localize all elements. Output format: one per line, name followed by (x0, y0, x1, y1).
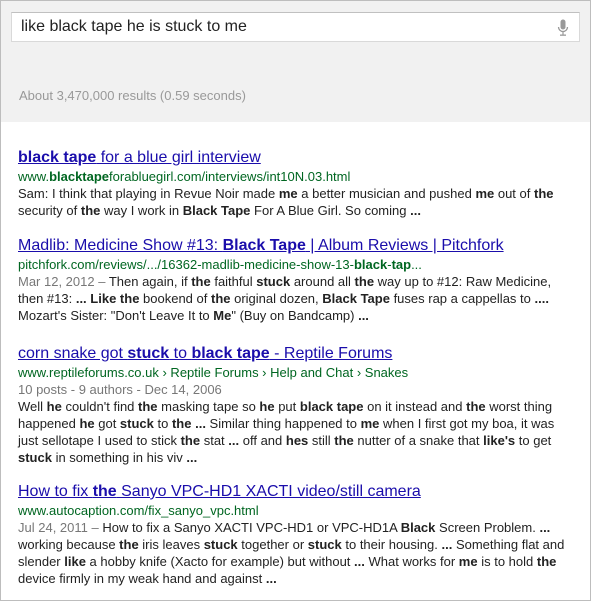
result-snippet: Jul 24, 2011 – How to fix a Sanyo XACTI … (18, 520, 565, 586)
search-result: How to fix the Sanyo VPC-HD1 XACTI video… (18, 482, 578, 587)
search-box[interactable] (11, 12, 580, 42)
result-url: www.autocaption.com/fix_sanyo_vpc.html (18, 503, 259, 518)
result-title-link[interactable]: Madlib: Medicine Show #13: Black Tape | … (18, 236, 578, 256)
result-meta: 10 posts - 9 authors - Dec 14, 2006 (18, 382, 222, 397)
result-snippet: Well he couldn't find the masking tape s… (18, 399, 555, 465)
search-result: black tape for a blue girl interview www… (18, 148, 578, 219)
result-title-link[interactable]: How to fix the Sanyo VPC-HD1 XACTI video… (18, 482, 578, 502)
search-input[interactable] (12, 13, 542, 41)
result-url: www.reptileforums.co.uk › Reptile Forums… (18, 365, 409, 380)
result-title-link[interactable]: corn snake got stuck to black tape - Rep… (18, 344, 578, 364)
search-result: corn snake got stuck to black tape - Rep… (18, 344, 578, 466)
result-title-link[interactable]: black tape for a blue girl interview (18, 148, 578, 168)
search-result: Madlib: Medicine Show #13: Black Tape | … (18, 236, 578, 324)
result-snippet: Mar 12, 2012 – Then again, if the faithf… (18, 274, 552, 323)
search-header (1, 1, 590, 63)
stats-bar: About 3,470,000 results (0.59 seconds) (1, 62, 590, 122)
microphone-icon[interactable] (557, 19, 569, 37)
result-snippet: Sam: I think that playing in Revue Noir … (18, 186, 554, 218)
results-list: black tape for a blue girl interview www… (1, 122, 590, 600)
result-stats: About 3,470,000 results (0.59 seconds) (19, 88, 246, 103)
result-url: www.blacktapeforabluegirl.com/interviews… (18, 169, 351, 184)
result-url: pitchfork.com/reviews/.../16362-madlib-m… (18, 257, 422, 272)
